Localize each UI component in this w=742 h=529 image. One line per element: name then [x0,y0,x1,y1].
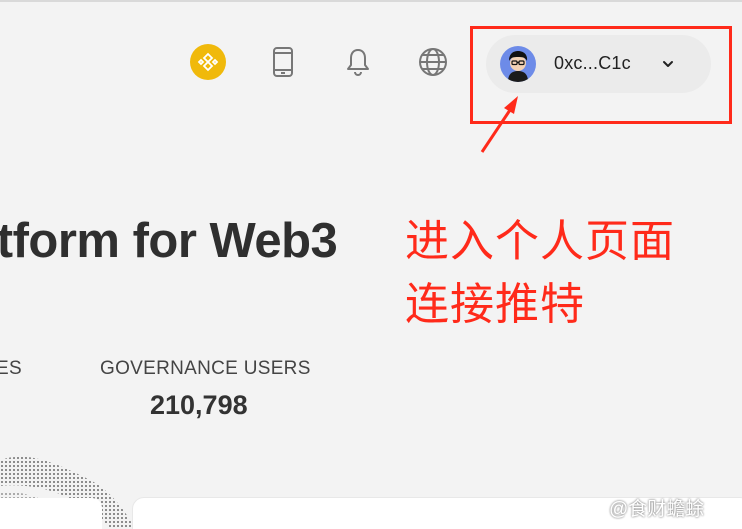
watermark-text: @食财蟾蜍 [609,499,705,520]
bell-icon [347,49,369,77]
top-divider [0,0,742,2]
annotation-line-2: 连接推特 [405,280,585,329]
annotation-line-1: 进入个人页面 [405,217,675,266]
globe-icon [419,48,447,76]
bnb-chain-button[interactable] [190,44,226,80]
language-button[interactable] [415,44,451,80]
annotation-arrow-icon [480,96,518,153]
stat-label-governance-users: GOVERNANCE USERS [100,358,311,379]
watermark: @食财蟾蜍 [583,494,704,521]
stat-value-governance-users: 210,798 [150,390,248,420]
stat-label-partial: ES [0,358,22,379]
mobile-app-button[interactable] [265,44,301,80]
notifications-button[interactable] [340,44,376,80]
content-card [0,498,102,529]
bnb-chain-icon [190,44,226,80]
hero-title: atform for Web3 [0,214,338,268]
phone-icon [273,47,293,77]
watermark-logo-icon [583,500,605,515]
